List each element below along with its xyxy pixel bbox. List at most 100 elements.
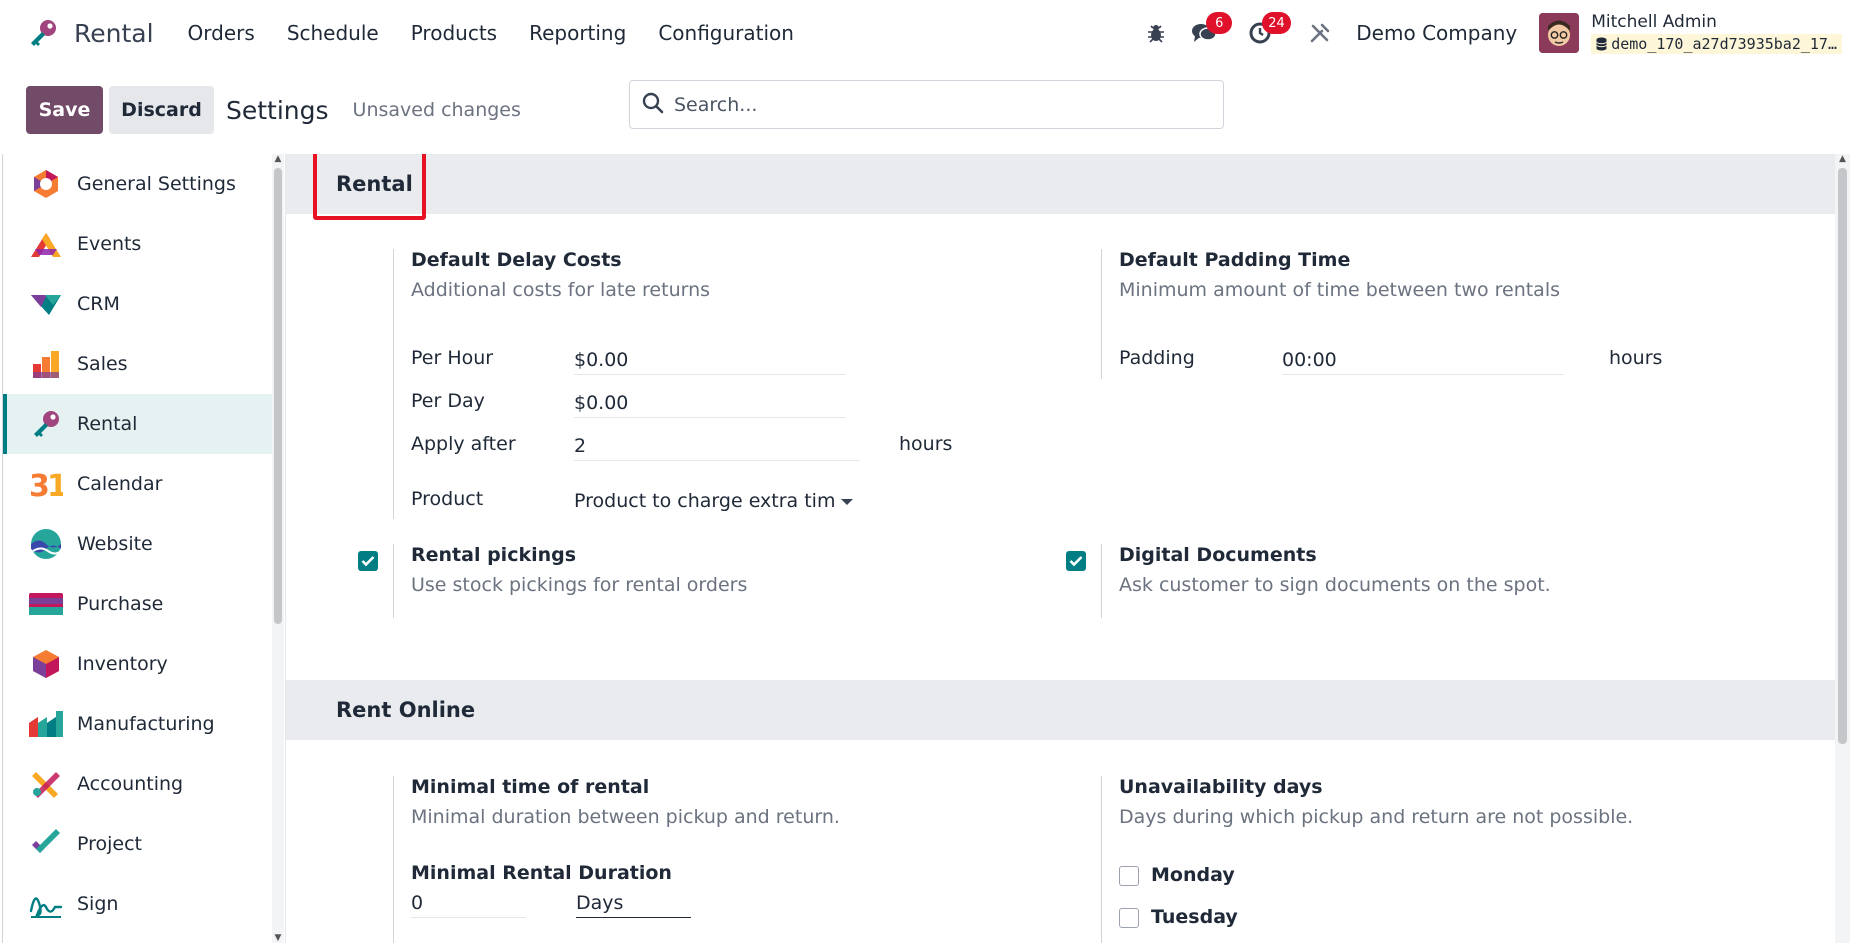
sidebar-item-calendar[interactable]: 31 Calendar — [3, 454, 272, 514]
section-header-rent-online: Rent Online — [286, 680, 1835, 740]
sidebar-item-events[interactable]: Events — [3, 214, 272, 274]
user-menu[interactable]: Mitchell Admin demo_170_a27d73935ba2_17… — [1591, 12, 1842, 54]
sidebar-item-inventory[interactable]: Inventory — [3, 634, 272, 694]
messages-badge: 6 — [1206, 12, 1233, 34]
setting-title: Unavailability days — [1119, 776, 1323, 798]
highlight-box — [313, 154, 426, 220]
menu-schedule[interactable]: Schedule — [271, 21, 395, 45]
sidebar-item-label: Calendar — [77, 473, 163, 495]
chevron-down-icon — [841, 498, 854, 505]
sidebar-scrollbar[interactable]: ▲ ▼ — [272, 154, 284, 943]
duration-unit-select[interactable]: Days — [576, 892, 691, 918]
messages-icon[interactable]: 6 — [1186, 12, 1233, 51]
minimal-duration-input[interactable]: 0 — [411, 892, 526, 918]
apply-after-unit: hours — [899, 433, 953, 455]
content-scrollbar[interactable]: ▲ — [1835, 154, 1850, 943]
padding-input[interactable]: 00:00 — [1282, 349, 1564, 375]
minimal-rental-duration-label: Minimal Rental Duration — [411, 862, 672, 884]
calendar-icon: 31 — [27, 465, 65, 503]
menu-orders[interactable]: Orders — [172, 21, 271, 45]
sidebar-item-accounting[interactable]: Accounting — [3, 754, 272, 814]
manufacturing-icon — [27, 705, 65, 743]
sidebar-item-label: Rental — [77, 413, 138, 435]
setting-title: Minimal time of rental — [411, 776, 650, 798]
product-select[interactable]: Product to charge extra tim — [574, 490, 860, 515]
control-panel: Save Discard Settings Unsaved changes — [0, 66, 1850, 154]
sidebar-item-rental[interactable]: Rental — [3, 394, 272, 454]
apply-after-input[interactable]: 2 — [574, 435, 860, 461]
per-day-input[interactable]: $0.00 — [574, 392, 846, 418]
sidebar-item-label: General Settings — [77, 173, 236, 195]
setting-default-delay-costs: Default Delay Costs Additional costs for… — [393, 249, 1013, 519]
search-box[interactable] — [629, 80, 1224, 129]
sidebar-item-label: Manufacturing — [77, 713, 215, 735]
digital-documents-checkbox[interactable] — [1066, 551, 1086, 571]
sidebar-item-label: Inventory — [77, 653, 168, 675]
sidebar-item-purchase[interactable]: Purchase — [3, 574, 272, 634]
menu-products[interactable]: Products — [395, 21, 513, 45]
setting-description: Ask customer to sign documents on the sp… — [1119, 574, 1551, 596]
setting-title: Default Padding Time — [1119, 249, 1351, 271]
sidebar-item-crm[interactable]: CRM — [3, 274, 272, 334]
unsaved-changes-indicator: Unsaved changes — [352, 99, 521, 121]
company-switcher[interactable]: Demo Company — [1356, 21, 1517, 45]
search-input[interactable] — [674, 93, 1194, 116]
rental-pickings-checkbox[interactable] — [358, 551, 378, 571]
sidebar-item-label: Accounting — [77, 773, 184, 795]
scroll-down-icon[interactable]: ▼ — [272, 933, 284, 943]
general-settings-icon — [27, 165, 65, 203]
content-scrollbar-thumb[interactable] — [1838, 168, 1847, 744]
app-brand[interactable]: Rental — [24, 14, 154, 52]
debug-bug-icon[interactable] — [1138, 15, 1174, 51]
product-select-value: Product to charge extra tim — [574, 490, 836, 512]
setting-digital-documents: Digital Documents Ask customer to sign d… — [1101, 544, 1721, 618]
tuesday-label[interactable]: Tuesday — [1151, 906, 1238, 928]
sidebar-item-label: Website — [77, 533, 153, 555]
purchase-icon — [27, 585, 65, 623]
sidebar-item-sales[interactable]: Sales — [3, 334, 272, 394]
sidebar-item-sign[interactable]: Sign — [3, 874, 272, 934]
sidebar-item-general-settings[interactable]: General Settings — [3, 154, 272, 214]
monday-checkbox[interactable] — [1119, 866, 1139, 886]
sign-icon — [27, 885, 65, 923]
save-button[interactable]: Save — [26, 86, 103, 134]
discard-button[interactable]: Discard — [109, 86, 214, 134]
rental-app-icon — [24, 14, 62, 52]
menu-reporting[interactable]: Reporting — [513, 21, 642, 45]
checkmark-icon — [1069, 556, 1083, 567]
apply-after-label: Apply after — [411, 433, 516, 455]
svg-text:1: 1 — [47, 469, 63, 500]
scroll-up-icon[interactable]: ▲ — [272, 154, 284, 164]
monday-label[interactable]: Monday — [1151, 864, 1235, 886]
main-menu: Orders Schedule Products Reporting Confi… — [172, 21, 810, 45]
per-hour-input[interactable]: $0.00 — [574, 349, 846, 375]
sidebar-scrollbar-thumb[interactable] — [274, 168, 282, 624]
setting-description: Additional costs for late returns — [411, 279, 711, 301]
activities-clock-icon[interactable]: 24 — [1242, 12, 1291, 51]
setting-description: Minimal duration between pickup and retu… — [411, 806, 840, 828]
rental-icon — [27, 405, 65, 443]
scroll-up-icon[interactable]: ▲ — [1835, 154, 1850, 164]
database-icon — [1596, 37, 1607, 51]
project-icon — [27, 825, 65, 863]
tools-icon[interactable] — [1302, 15, 1338, 51]
navbar-systray: 6 24 Demo Company Mitchell Admin demo_17… — [1132, 0, 1850, 66]
user-avatar[interactable] — [1539, 13, 1580, 53]
accounting-icon — [27, 765, 65, 803]
sidebar-item-project[interactable]: Project — [3, 814, 272, 874]
sidebar-item-website[interactable]: Website — [3, 514, 272, 574]
section-title: Rent Online — [336, 698, 476, 722]
padding-unit: hours — [1609, 347, 1663, 369]
events-icon — [27, 225, 65, 263]
tuesday-checkbox[interactable] — [1119, 908, 1139, 928]
menu-configuration[interactable]: Configuration — [642, 21, 810, 45]
top-navbar: Rental Orders Schedule Products Reportin… — [0, 0, 1850, 66]
setting-title: Digital Documents — [1119, 544, 1317, 566]
sidebar-item-label: Purchase — [77, 593, 164, 615]
sidebar-item-manufacturing[interactable]: Manufacturing — [3, 694, 272, 754]
section-header-rental: Rental — [286, 154, 1835, 220]
setting-description: Use stock pickings for rental orders — [411, 574, 748, 596]
sidebar-item-label: Sign — [77, 893, 119, 915]
website-icon — [27, 525, 65, 563]
setting-minimal-time-of-rental: Minimal time of rental Minimal duration … — [393, 776, 1013, 943]
